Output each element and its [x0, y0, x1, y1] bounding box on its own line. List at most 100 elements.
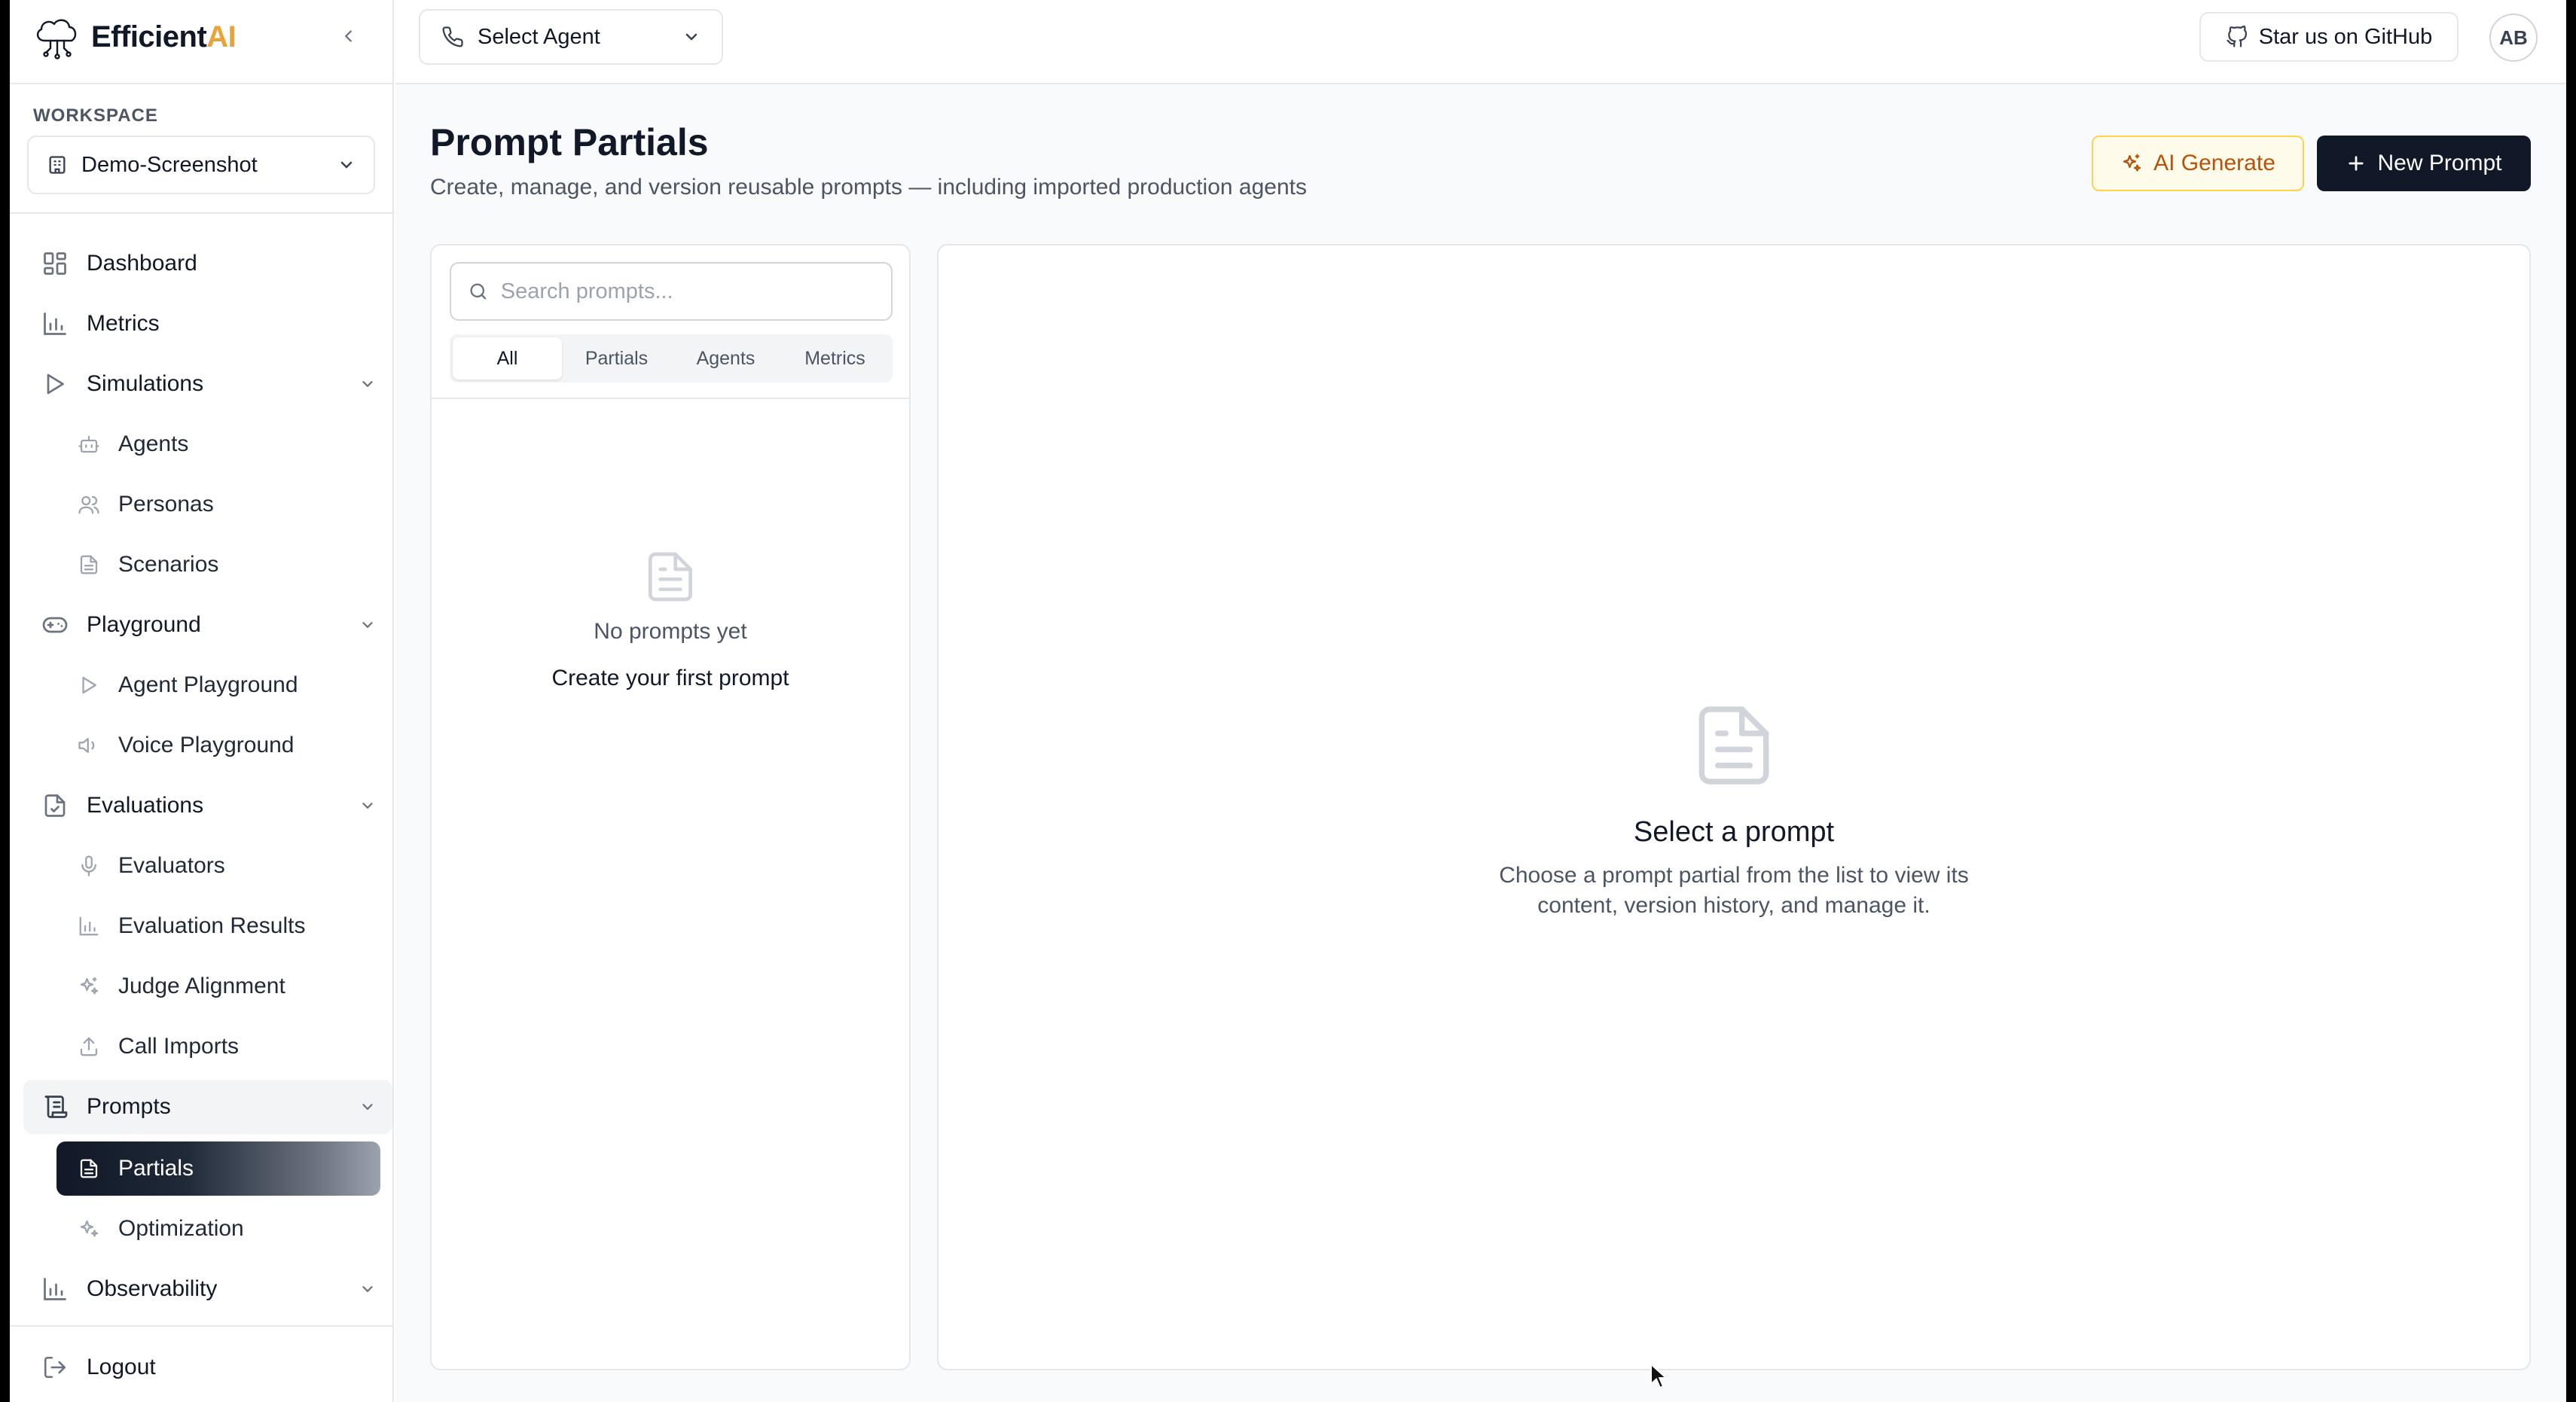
- chevron-down-icon[interactable]: [355, 1276, 380, 1302]
- sidebar-item-judge-alignment[interactable]: Judge Alignment: [56, 959, 392, 1013]
- tab-metrics[interactable]: Metrics: [780, 337, 890, 379]
- plus-icon: [2349, 156, 2364, 171]
- collapse-sidebar-button[interactable]: [334, 21, 364, 51]
- sidebar-item-prompts[interactable]: Prompts: [23, 1080, 392, 1134]
- empty-list-title: No prompts yet: [594, 619, 747, 644]
- chevron-down-icon[interactable]: [355, 612, 380, 638]
- sidebar-item-agent-playground[interactable]: Agent Playground: [56, 658, 392, 712]
- github-star-button[interactable]: Star us on GitHub: [2199, 12, 2458, 62]
- logout-icon: [40, 1352, 70, 1382]
- main-content: Prompt Partials Create, manage, and vers…: [395, 84, 2566, 1402]
- sidebar-item-label: Call Imports: [118, 1034, 240, 1059]
- sidebar-item-label: Evaluations: [87, 793, 204, 818]
- new-prompt-label: New Prompt: [2377, 151, 2502, 175]
- bot-icon: [76, 431, 102, 457]
- sidebar-item-label: Voice Playground: [118, 733, 295, 757]
- tab-all[interactable]: All: [453, 337, 562, 379]
- sidebar-item-label: Agents: [118, 431, 189, 456]
- sidebar-item-observability[interactable]: Observability: [23, 1262, 392, 1316]
- sidebar-item-label: Simulations: [87, 371, 204, 396]
- sidebar-item-metrics[interactable]: Metrics: [23, 297, 392, 351]
- window-frame-right: [2566, 0, 2576, 1402]
- sidebar-item-personas[interactable]: Personas: [56, 477, 392, 532]
- workspace-select[interactable]: Demo-Screenshot: [27, 136, 375, 194]
- prompt-detail-panel: Select a prompt Choose a prompt partial …: [937, 244, 2531, 1370]
- sidebar-item-optimization[interactable]: Optimization: [56, 1202, 392, 1256]
- agent-select[interactable]: Select Agent: [419, 9, 723, 65]
- search-input[interactable]: [500, 279, 874, 304]
- sidebar-item-dashboard[interactable]: Dashboard: [23, 236, 392, 291]
- document-icon: [76, 1156, 102, 1181]
- chevron-down-icon[interactable]: [355, 793, 380, 818]
- tab-partials[interactable]: Partials: [562, 337, 671, 379]
- sidebar-item-label: Agent Playground: [118, 672, 298, 697]
- workspace-select-value: Demo-Screenshot: [81, 152, 258, 177]
- sidebar-item-label: Personas: [118, 492, 214, 517]
- sidebar-item-partials[interactable]: Partials: [56, 1141, 380, 1196]
- search-box[interactable]: [450, 262, 893, 321]
- building-icon: [49, 156, 66, 174]
- github-star-label: Star us on GitHub: [2258, 24, 2433, 49]
- sidebar-item-label: Dashboard: [87, 251, 197, 276]
- sidebar-item-evaluators[interactable]: Evaluators: [56, 839, 392, 893]
- sidebar-item-label: Prompts: [87, 1094, 171, 1119]
- microphone-icon: [76, 853, 102, 879]
- sidebar-item-label: Optimization: [118, 1216, 244, 1241]
- ai-generate-label: AI Generate: [2153, 151, 2275, 175]
- sidebar-item-scenarios[interactable]: Scenarios: [56, 538, 392, 592]
- sidebar-item-agents[interactable]: Agents: [56, 417, 392, 471]
- filter-tabs: All Partials Agents Metrics: [450, 334, 893, 383]
- detail-description: Choose a prompt partial from the list to…: [1499, 863, 1969, 918]
- sidebar-item-label: Playground: [87, 612, 201, 637]
- sidebar-item-label: Evaluators: [118, 853, 225, 878]
- document-icon: [1699, 706, 1769, 785]
- sidebar-item-evaluations[interactable]: Evaluations: [23, 779, 392, 833]
- bar-chart-icon: [40, 1274, 70, 1304]
- users-icon: [76, 492, 102, 517]
- workspace-label: WORKSPACE: [33, 105, 158, 126]
- sidebar-divider: [10, 83, 394, 84]
- sidebar-item-playground[interactable]: Playground: [23, 598, 392, 652]
- ai-generate-button[interactable]: AI Generate: [2092, 136, 2304, 191]
- chevron-down-icon[interactable]: [355, 1094, 380, 1120]
- github-icon: [2227, 26, 2247, 47]
- speaker-icon: [76, 733, 102, 758]
- sidebar-item-label: Scenarios: [118, 552, 219, 577]
- create-first-prompt-link[interactable]: Create your first prompt: [432, 666, 909, 691]
- search-icon: [470, 283, 487, 300]
- list-divider: [432, 398, 909, 399]
- clipboard-check-icon: [40, 791, 70, 821]
- page-subtitle: Create, manage, and version reusable pro…: [430, 175, 1307, 200]
- logout-label: Logout: [87, 1355, 156, 1379]
- gamepad-icon: [40, 610, 70, 640]
- sidebar-divider: [10, 1325, 394, 1327]
- avatar[interactable]: AB: [2489, 14, 2538, 62]
- sidebar-item-label: Partials: [118, 1156, 194, 1181]
- agent-select-value: Select Agent: [478, 24, 600, 49]
- play-icon: [40, 369, 70, 399]
- tab-agents[interactable]: Agents: [671, 337, 780, 379]
- brand-logo[interactable]: EfficientAI: [31, 11, 237, 63]
- cloud-circuit-icon: [36, 19, 77, 59]
- page-title: Prompt Partials: [430, 121, 709, 163]
- sidebar: EfficientAI WORKSPACE Demo-Screenshot Da…: [10, 0, 394, 1402]
- sidebar-item-label: Metrics: [87, 311, 160, 336]
- chevron-down-icon[interactable]: [355, 371, 380, 397]
- upload-icon: [76, 1034, 102, 1059]
- bar-chart-icon: [40, 309, 70, 339]
- sidebar-item-simulations[interactable]: Simulations: [23, 357, 392, 411]
- sparkles-icon: [76, 974, 102, 999]
- sidebar-item-evaluation-results[interactable]: Evaluation Results: [56, 899, 392, 953]
- document-icon: [649, 552, 692, 602]
- sparkles-icon: [2123, 154, 2141, 172]
- sparkles-icon: [76, 1216, 102, 1242]
- new-prompt-button[interactable]: New Prompt: [2317, 136, 2531, 191]
- detail-empty-state: Select a prompt Choose a prompt partial …: [939, 697, 2529, 921]
- brand-name: EfficientAI: [91, 20, 237, 53]
- document-icon: [76, 552, 102, 578]
- sidebar-item-voice-playground[interactable]: Voice Playground: [56, 718, 392, 773]
- sidebar-item-label: Observability: [87, 1276, 218, 1301]
- logout-button[interactable]: Logout: [23, 1340, 392, 1394]
- sidebar-item-call-imports[interactable]: Call Imports: [56, 1019, 392, 1074]
- prompt-list-panel: All Partials Agents Metrics No prompts y…: [430, 244, 911, 1370]
